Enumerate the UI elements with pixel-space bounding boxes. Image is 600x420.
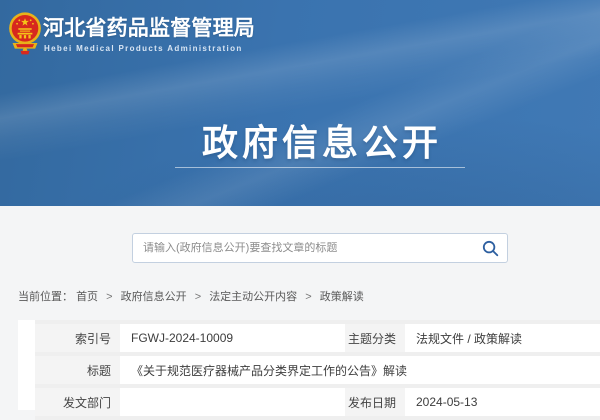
content-card: 索引号 FGWJ-2024-10009 主题分类 法规文件 / 政策解读 标题 … xyxy=(18,320,600,410)
title-underline xyxy=(175,167,465,168)
breadcrumb-separator: > xyxy=(305,291,311,303)
search-input[interactable] xyxy=(133,242,473,254)
site-logo[interactable]: 河北省药品监督管理局 Hebei Medical Products Admini… xyxy=(0,0,300,70)
issuing-department-value xyxy=(120,388,345,416)
publish-date-value: 2024-05-13 xyxy=(405,388,600,416)
breadcrumb-separator: > xyxy=(195,291,201,303)
search-box xyxy=(132,233,508,263)
breadcrumb: 当前位置： 首页 > 政府信息公开 > 法定主动公开内容 > 政策解读 xyxy=(18,288,364,304)
table-row: 索引号 FGWJ-2024-10009 主题分类 法规文件 / 政策解读 xyxy=(35,324,600,352)
title-value: 《关于规范医疗器械产品分类界定工作的公告》解读 xyxy=(120,356,600,384)
search-icon xyxy=(482,240,499,257)
site-name-en: Hebei Medical Products Administration xyxy=(44,44,243,53)
site-name-zh: 河北省药品监督管理局 xyxy=(43,12,255,42)
breadcrumb-label: 当前位置： xyxy=(18,291,73,303)
table-row: 标题 《关于规范医疗器械产品分类界定工作的公告》解读 xyxy=(35,356,600,384)
breadcrumb-item-statutory-disclosure[interactable]: 法定主动公开内容 xyxy=(209,291,297,303)
index-number-value: FGWJ-2024-10009 xyxy=(120,324,345,352)
subject-category-label: 主题分类 xyxy=(345,324,405,352)
search-button[interactable] xyxy=(473,234,507,262)
title-label: 标题 xyxy=(35,356,120,384)
document-info-table: 索引号 FGWJ-2024-10009 主题分类 法规文件 / 政策解读 标题 … xyxy=(35,320,600,420)
breadcrumb-item-home[interactable]: 首页 xyxy=(76,291,98,303)
breadcrumb-item-policy-interpretation: 政策解读 xyxy=(320,291,364,303)
table-row: 发文部门 发布日期 2024-05-13 xyxy=(35,388,600,416)
index-number-label: 索引号 xyxy=(35,324,120,352)
publish-date-label: 发布日期 xyxy=(345,388,405,416)
subject-category-value: 法规文件 / 政策解读 xyxy=(405,324,600,352)
issuing-department-label: 发文部门 xyxy=(35,388,120,416)
page-title: 政府信息公开 xyxy=(0,114,600,166)
site-banner: 河北省药品监督管理局 Hebei Medical Products Admini… xyxy=(0,0,600,206)
national-emblem-icon xyxy=(8,11,42,58)
breadcrumb-item-info-disclosure[interactable]: 政府信息公开 xyxy=(121,291,187,303)
breadcrumb-separator: > xyxy=(106,291,112,303)
